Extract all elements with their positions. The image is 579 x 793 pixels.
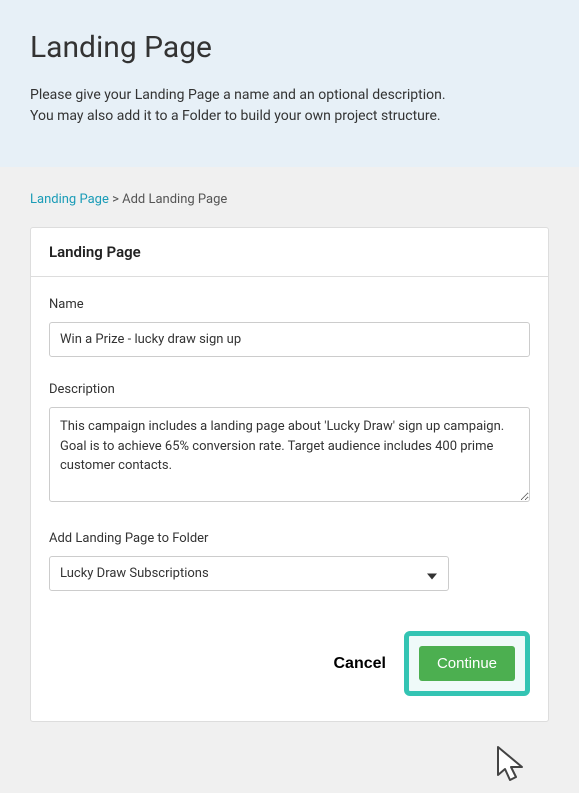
folder-label: Add Landing Page to Folder bbox=[49, 531, 530, 546]
card-title: Landing Page bbox=[31, 228, 548, 277]
name-label: Name bbox=[49, 297, 530, 312]
folder-select-wrap: Lucky Draw Subscriptions bbox=[49, 556, 449, 591]
breadcrumb-link[interactable]: Landing Page bbox=[30, 192, 109, 207]
page-title: Landing Page bbox=[30, 30, 549, 65]
cancel-button[interactable]: Cancel bbox=[333, 655, 385, 673]
folder-select[interactable]: Lucky Draw Subscriptions bbox=[49, 556, 449, 591]
continue-button[interactable]: Continue bbox=[419, 646, 515, 681]
form-card: Landing Page Name Description This campa… bbox=[30, 227, 549, 722]
folder-group: Add Landing Page to Folder Lucky Draw Su… bbox=[49, 531, 530, 591]
name-group: Name bbox=[49, 297, 530, 357]
breadcrumb-separator: > bbox=[109, 192, 122, 207]
button-row: Cancel Continue bbox=[49, 631, 530, 696]
content-area: Landing Page > Add Landing Page Landing … bbox=[0, 167, 579, 752]
description-textarea[interactable]: This campaign includes a landing page ab… bbox=[49, 407, 530, 502]
page-header: Landing Page Please give your Landing Pa… bbox=[0, 0, 579, 167]
card-body: Name Description This campaign includes … bbox=[31, 277, 548, 721]
breadcrumb: Landing Page > Add Landing Page bbox=[30, 192, 549, 207]
breadcrumb-current: Add Landing Page bbox=[122, 192, 227, 207]
page-subtitle: Please give your Landing Page a name and… bbox=[30, 85, 549, 127]
description-group: Description This campaign includes a lan… bbox=[49, 382, 530, 506]
continue-highlight: Continue bbox=[404, 631, 530, 696]
description-label: Description bbox=[49, 382, 530, 397]
name-input[interactable] bbox=[49, 322, 530, 357]
